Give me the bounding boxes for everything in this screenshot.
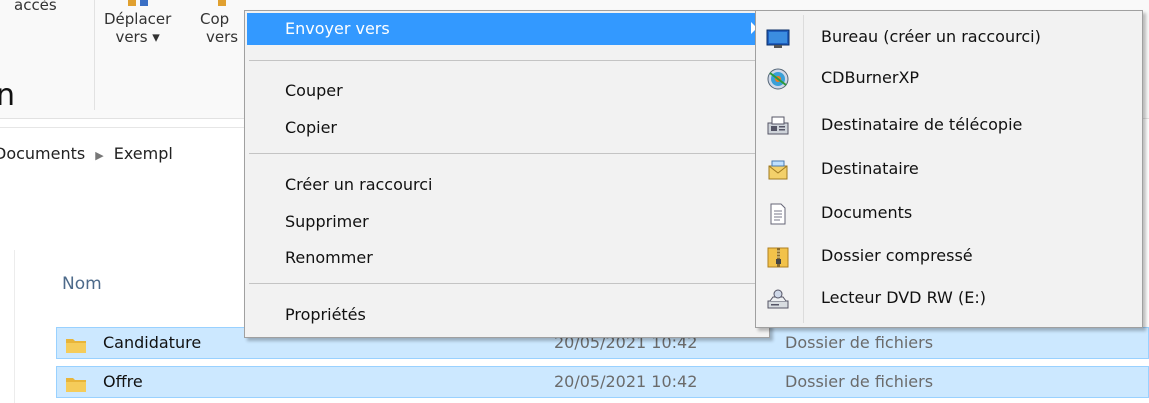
submenu-item-label: Bureau (créer un raccourci)	[821, 27, 1041, 46]
menu-separator	[249, 153, 765, 154]
submenu-item-cdburnerxp[interactable]: CDBurnerXP	[756, 59, 1142, 99]
menu-item-label: Couper	[285, 81, 343, 100]
row-name: Offre	[103, 372, 143, 391]
move-to-icon	[104, 0, 171, 10]
breadcrumb-exemple[interactable]: Exempl	[114, 144, 173, 163]
menu-item-label: Copier	[285, 118, 337, 137]
row-type: Dossier de fichiers	[785, 333, 934, 352]
cdburner-icon	[766, 67, 790, 91]
move-to-label-2: vers ▾	[115, 28, 160, 46]
submenu-item-label: CDBurnerXP	[821, 68, 920, 87]
ribbon-acces-label: accès	[14, 0, 57, 14]
column-header-name[interactable]: Nom	[62, 274, 102, 294]
ribbon-separator	[94, 0, 95, 110]
address-divider	[0, 127, 260, 128]
copy-to-icon	[200, 0, 244, 10]
row-date: 20/05/2021 10:42	[554, 372, 698, 391]
zip-folder-icon	[766, 245, 790, 269]
mail-recipient-icon	[766, 158, 790, 182]
menu-item-copy[interactable]: Copier	[245, 112, 769, 144]
menu-item-create-shortcut[interactable]: Créer un raccourci	[245, 169, 769, 201]
submenu-item-label: Lecteur DVD RW (E:)	[821, 288, 986, 307]
copy-to-button[interactable]: Cop vers	[200, 0, 244, 46]
submenu-item-documents[interactable]: Documents	[756, 194, 1142, 234]
documents-icon	[766, 202, 790, 226]
submenu-item-label: Documents	[821, 203, 913, 222]
menu-separator	[249, 60, 765, 61]
row-name: Candidature	[103, 333, 202, 352]
menu-item-label: Créer un raccourci	[285, 175, 433, 194]
submenu-item-fax[interactable]: Destinataire de télécopie	[756, 106, 1142, 146]
move-to-button[interactable]: Déplacer vers ▾	[104, 0, 171, 46]
submenu-item-desktop[interactable]: Bureau (créer un raccourci)	[756, 18, 1142, 58]
folder-icon	[65, 375, 87, 397]
submenu-item-label: Dossier compressé	[821, 246, 973, 265]
menu-item-properties[interactable]: Propriétés	[245, 299, 769, 331]
submenu-item-mail-recipient[interactable]: Destinataire	[756, 150, 1142, 190]
menu-item-label: Envoyer vers	[285, 19, 390, 38]
folder-icon	[65, 336, 87, 358]
submenu-item-zip-folder[interactable]: Dossier compressé	[756, 237, 1142, 277]
breadcrumb[interactable]: Documents ▶ Exempl	[0, 144, 173, 163]
context-menu: Envoyer vers Couper Copier Créer un racc…	[244, 10, 770, 338]
partial-heading-text: n	[0, 78, 16, 113]
submenu-item-label: Destinataire	[821, 159, 919, 178]
send-to-submenu: Bureau (créer un raccourci) CDBurnerXP D…	[755, 10, 1143, 328]
desktop-icon	[766, 26, 790, 50]
copy-to-label-2: vers	[206, 28, 239, 46]
breadcrumb-documents[interactable]: Documents	[0, 144, 85, 163]
menu-item-label: Propriétés	[285, 305, 366, 324]
menu-item-delete[interactable]: Supprimer	[245, 206, 769, 238]
fax-icon	[766, 114, 790, 138]
menu-item-label: Renommer	[285, 248, 373, 267]
dvd-drive-icon	[766, 287, 790, 311]
copy-to-label-1: Cop	[200, 10, 230, 28]
menu-item-send-to[interactable]: Envoyer vers	[247, 13, 767, 45]
row-type: Dossier de fichiers	[785, 372, 934, 391]
move-to-label-1: Déplacer	[104, 10, 172, 28]
submenu-item-dvd-drive[interactable]: Lecteur DVD RW (E:)	[756, 279, 1142, 319]
submenu-item-label: Destinataire de télécopie	[821, 115, 1023, 134]
menu-item-label: Supprimer	[285, 212, 369, 231]
chevron-right-icon: ▶	[95, 149, 104, 162]
table-row[interactable]: Offre 20/05/2021 10:42 Dossier de fichie…	[56, 366, 1149, 398]
menu-item-cut[interactable]: Couper	[245, 75, 769, 107]
menu-item-rename[interactable]: Renommer	[245, 242, 769, 274]
menu-separator	[249, 283, 765, 284]
